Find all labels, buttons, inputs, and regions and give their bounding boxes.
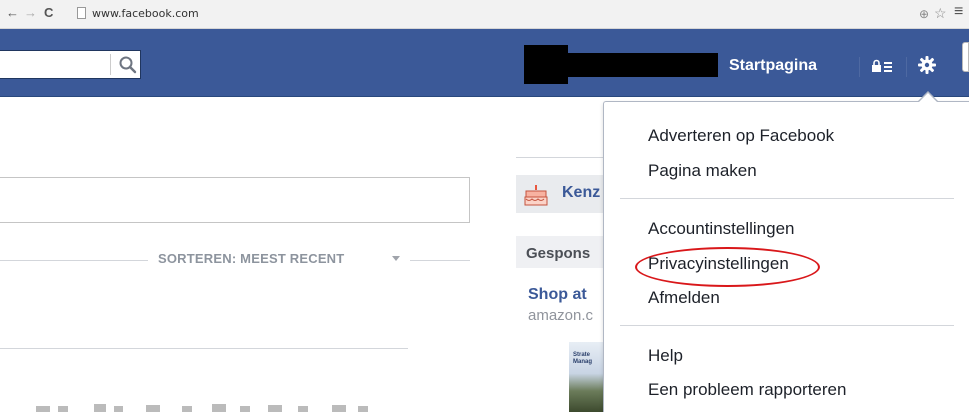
status-composer[interactable]: [0, 177, 470, 223]
menu-item-report-problem[interactable]: Een probleem rapporteren: [648, 380, 846, 400]
dropdown-pointer-fill: [919, 93, 937, 102]
caret-down-icon[interactable]: [392, 256, 400, 261]
feed-story-placeholder: [36, 404, 368, 412]
account-menu: Adverteren op Facebook Pagina maken Acco…: [603, 101, 969, 412]
address-bar[interactable]: www.facebook.com: [92, 7, 199, 20]
sponsored-label: Gespons: [526, 245, 591, 262]
menu-item-privacy-settings[interactable]: Privacyinstellingen: [648, 254, 789, 274]
redacted-avatar: [524, 45, 568, 84]
ad-image-text: Strate Manag: [573, 352, 593, 365]
birthday-cake-icon: [524, 185, 548, 206]
redacted-name: [568, 53, 718, 77]
page-icon: [77, 7, 86, 19]
ad-title-link[interactable]: Shop at: [528, 286, 587, 304]
birthday-name[interactable]: Kenz: [562, 184, 600, 202]
facebook-header: Startpagina: [0, 29, 969, 97]
arrow-right-icon[interactable]: →: [24, 6, 37, 20]
privacy-shortcuts-icon[interactable]: [871, 59, 893, 73]
search-input[interactable]: [0, 50, 141, 79]
gear-icon[interactable]: [917, 55, 937, 75]
home-link[interactable]: Startpagina: [729, 57, 817, 75]
zoom-icon[interactable]: ⊕: [919, 7, 929, 21]
reload-icon[interactable]: C: [44, 6, 53, 20]
menu-item-help[interactable]: Help: [648, 346, 683, 366]
divider: [0, 348, 408, 349]
menu-divider: [620, 198, 954, 199]
search-divider: [110, 54, 111, 75]
sort-dropdown[interactable]: SORTEREN: MEEST RECENT: [158, 251, 344, 266]
menu-item-log-out[interactable]: Afmelden: [648, 288, 720, 308]
header-divider: [906, 57, 907, 77]
menu-item-account-settings[interactable]: Accountinstellingen: [648, 219, 794, 239]
menu-icon[interactable]: ≡: [954, 3, 963, 21]
divider: [0, 260, 148, 261]
header-divider: [859, 57, 860, 77]
menu-divider: [620, 325, 954, 326]
divider: [410, 260, 470, 261]
menu-item-advertise[interactable]: Adverteren op Facebook: [648, 126, 834, 146]
star-icon[interactable]: ☆: [934, 5, 947, 22]
window-edge: [962, 42, 969, 72]
search-icon[interactable]: [118, 55, 138, 75]
menu-item-create-page[interactable]: Pagina maken: [648, 161, 757, 181]
ad-url: amazon.c: [528, 307, 594, 324]
browser-toolbar: ← → C www.facebook.com ⊕ ☆ ≡: [0, 0, 969, 29]
arrow-left-icon[interactable]: ←: [6, 6, 19, 20]
